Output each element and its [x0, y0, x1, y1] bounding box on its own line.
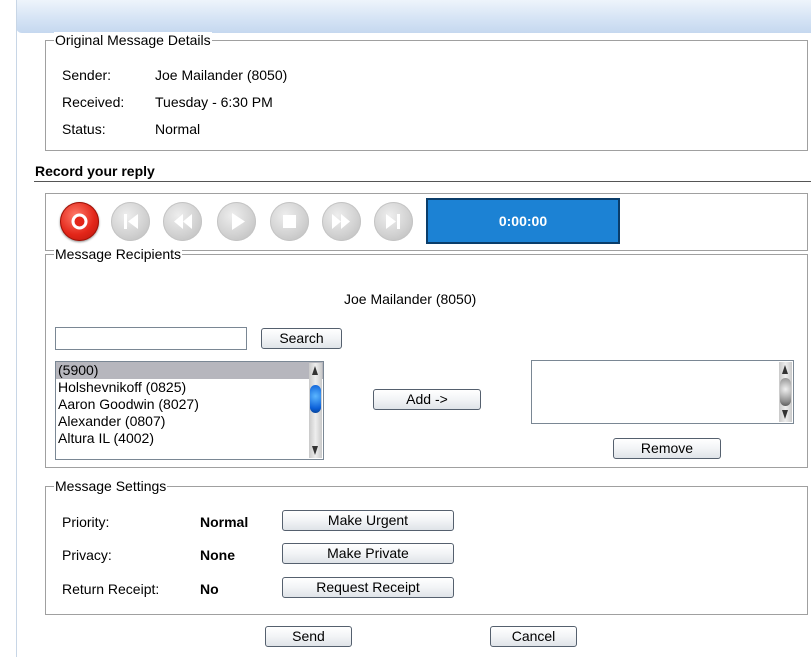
header-bar	[16, 0, 811, 33]
recipients-legend: Message Recipients	[54, 246, 183, 262]
play-button[interactable]	[217, 202, 256, 241]
fast-forward-button[interactable]	[322, 202, 361, 241]
skip-back-icon	[124, 214, 138, 229]
play-icon	[232, 213, 245, 230]
send-button[interactable]: Send	[265, 626, 352, 647]
add-recipient-button[interactable]: Add ->	[373, 389, 481, 410]
directory-list[interactable]: (5900) Holshevnikoff (0825) Aaron Goodwi…	[55, 361, 324, 460]
recipient-search-input[interactable]	[55, 327, 247, 350]
privacy-value: None	[200, 547, 235, 563]
original-message-legend: Original Message Details	[54, 32, 212, 48]
list-item[interactable]: Holshevnikoff (0825)	[56, 379, 323, 396]
scroll-down-arrow-icon[interactable]	[312, 446, 318, 455]
left-border	[16, 0, 17, 657]
record-button[interactable]	[60, 202, 99, 241]
settings-legend: Message Settings	[54, 478, 168, 494]
skip-forward-icon	[386, 214, 400, 229]
scroll-up-arrow-icon[interactable]	[782, 365, 788, 374]
rewind-button[interactable]	[163, 202, 202, 241]
selected-recipients-list[interactable]	[531, 360, 794, 424]
remove-recipient-button[interactable]: Remove	[613, 438, 721, 459]
fast-forward-icon	[332, 214, 350, 229]
selected-scrollbar[interactable]	[779, 362, 792, 422]
scroll-down-arrow-icon[interactable]	[782, 410, 788, 419]
sender-value: Joe Mailander (8050)	[155, 67, 288, 83]
skip-forward-button[interactable]	[374, 202, 413, 241]
list-item[interactable]: Aaron Goodwin (8027)	[56, 396, 323, 413]
skip-back-button[interactable]	[111, 202, 150, 241]
make-private-button[interactable]: Make Private	[282, 543, 454, 564]
current-recipient: Joe Mailander (8050)	[344, 291, 477, 307]
privacy-label: Privacy:	[62, 547, 112, 563]
return-receipt-label: Return Receipt:	[62, 581, 160, 597]
received-value: Tuesday - 6:30 PM	[155, 94, 273, 110]
scroll-up-arrow-icon[interactable]	[312, 366, 318, 375]
recording-timer: 0:00:00	[426, 198, 620, 244]
scroll-thumb[interactable]	[780, 378, 791, 406]
directory-scrollbar[interactable]	[309, 363, 322, 458]
make-urgent-button[interactable]: Make Urgent	[282, 510, 454, 531]
priority-value: Normal	[200, 514, 249, 530]
status-label: Status:	[62, 121, 106, 137]
sender-label: Sender:	[62, 67, 112, 83]
section-divider	[34, 181, 811, 182]
stop-button[interactable]	[270, 202, 309, 241]
request-receipt-button[interactable]: Request Receipt	[282, 577, 454, 598]
stop-icon	[283, 215, 296, 228]
record-section-title: Record your reply	[35, 163, 155, 179]
scroll-thumb[interactable]	[310, 385, 321, 413]
status-value: Normal	[155, 121, 201, 137]
priority-label: Priority:	[62, 514, 110, 530]
list-item[interactable]: Altura IL (4002)	[56, 430, 323, 447]
record-icon	[71, 213, 88, 230]
received-label: Received:	[62, 94, 125, 110]
rewind-icon	[174, 214, 192, 229]
cancel-button[interactable]: Cancel	[490, 626, 577, 647]
search-button[interactable]: Search	[261, 328, 342, 349]
return-receipt-value: No	[200, 581, 219, 597]
list-item[interactable]: (5900)	[56, 362, 323, 379]
list-item[interactable]: Alexander (0807)	[56, 413, 323, 430]
